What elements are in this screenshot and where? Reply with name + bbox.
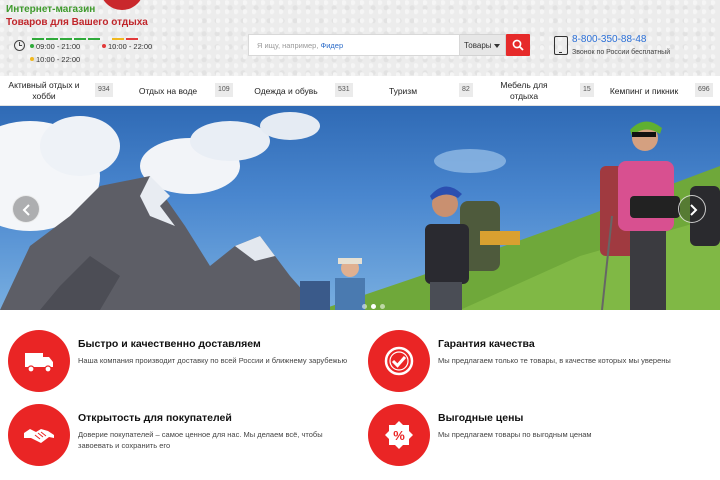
nav-count: 696 bbox=[695, 83, 713, 97]
day-bar bbox=[46, 38, 58, 40]
percent-icon: % bbox=[385, 421, 413, 449]
feature-quality: Гарантия качества Мы предлагаем только т… bbox=[368, 330, 708, 400]
brand-tagline-2: Товаров для Вашего отдыха bbox=[6, 17, 148, 28]
feature-text: Мы предлагаем товары по выгодным ценам bbox=[438, 430, 592, 439]
slider-dot[interactable] bbox=[362, 304, 367, 309]
slider-next-button[interactable] bbox=[678, 195, 706, 223]
hero-image bbox=[0, 112, 720, 310]
status-dot bbox=[102, 44, 106, 48]
nav-count: 531 bbox=[335, 83, 353, 97]
feature-title: Открытость для покупателей bbox=[78, 412, 232, 424]
slider-dot[interactable] bbox=[371, 304, 376, 309]
status-dot bbox=[30, 57, 34, 61]
nav-item-furniture[interactable]: Мебель для отдыха bbox=[488, 76, 560, 106]
opening-hours: 09:00 - 21:00 10:00 - 22:00 10:00 - 22:0… bbox=[14, 38, 154, 68]
phone-icon bbox=[554, 36, 568, 55]
site-header: Интернет-магазин Товаров для Вашего отды… bbox=[0, 0, 720, 76]
nav-item-clothing[interactable]: Одежда и обувь bbox=[244, 76, 328, 106]
feature-title: Выгодные цены bbox=[438, 412, 524, 424]
day-bar bbox=[32, 38, 44, 40]
chevron-left-icon bbox=[22, 204, 30, 216]
day-bar bbox=[126, 38, 138, 40]
truck-icon bbox=[25, 353, 53, 373]
feature-icon: % bbox=[368, 404, 430, 466]
nav-item-active-leisure[interactable]: Активный отдых и хобби bbox=[0, 76, 88, 106]
nav-count: 82 bbox=[459, 83, 473, 97]
day-bar bbox=[60, 38, 72, 40]
feature-openness: Открытость для покупателей Доверие покуп… bbox=[8, 404, 348, 474]
feature-prices: % Выгодные цены Мы предлагаем товары по … bbox=[368, 404, 708, 474]
category-nav: Активный отдых и хобби 934 Отдых на воде… bbox=[0, 76, 720, 106]
feature-title: Быстро и качественно доставляем bbox=[78, 338, 261, 350]
hours-sunday: 10:00 - 22:00 bbox=[30, 55, 80, 64]
slider-dot[interactable] bbox=[380, 304, 385, 309]
handshake-icon bbox=[24, 429, 54, 443]
feature-delivery: Быстро и качественно доставляем Наша ком… bbox=[8, 330, 348, 400]
day-bar bbox=[112, 38, 124, 40]
search-hint-link[interactable]: Фидер bbox=[321, 41, 344, 50]
check-badge-icon bbox=[384, 346, 414, 376]
nav-item-water[interactable]: Отдых на воде bbox=[126, 76, 210, 106]
search-icon bbox=[512, 39, 524, 51]
feature-text: Доверие покупателей – самое ценное для н… bbox=[78, 430, 323, 450]
caret-down-icon bbox=[494, 44, 500, 48]
clock-icon bbox=[14, 40, 25, 51]
hours-weekdays: 09:00 - 21:00 bbox=[30, 42, 80, 51]
feature-text: Мы предлагаем только те товары, в качест… bbox=[438, 356, 671, 365]
slider-dots bbox=[360, 296, 387, 310]
hours-saturday: 10:00 - 22:00 bbox=[102, 42, 152, 51]
day-bar bbox=[88, 38, 100, 40]
phone-note: Звонок по России бесплатный bbox=[572, 49, 671, 56]
nav-count: 15 bbox=[580, 83, 594, 97]
search-button[interactable] bbox=[506, 34, 530, 56]
nav-count: 934 bbox=[95, 83, 113, 97]
nav-item-tourism[interactable]: Туризм bbox=[370, 76, 436, 106]
feature-title: Гарантия качества bbox=[438, 338, 535, 350]
search-bar: Я ищу, например, Фидер Товары bbox=[248, 34, 530, 56]
feature-text: Наша компания производит доставку по все… bbox=[78, 356, 348, 365]
logo[interactable] bbox=[100, 0, 144, 10]
hero-slider bbox=[0, 106, 720, 310]
nav-item-camping[interactable]: Кемпинг и пикник bbox=[600, 76, 688, 106]
phone-number[interactable]: 8-800-350-88-48 bbox=[572, 34, 647, 45]
chevron-right-icon bbox=[690, 204, 698, 216]
brand-tagline-1: Интернет-магазин bbox=[6, 4, 96, 15]
feature-icon bbox=[8, 404, 70, 466]
feature-icon bbox=[8, 330, 70, 392]
status-dot bbox=[30, 44, 34, 48]
nav-count: 109 bbox=[215, 83, 233, 97]
day-bar bbox=[74, 38, 86, 40]
search-input[interactable]: Я ищу, например, Фидер bbox=[248, 34, 460, 56]
slider-prev-button[interactable] bbox=[12, 195, 40, 223]
svg-text:%: % bbox=[393, 428, 405, 443]
search-category-select[interactable]: Товары bbox=[460, 34, 506, 56]
feature-icon bbox=[368, 330, 430, 392]
